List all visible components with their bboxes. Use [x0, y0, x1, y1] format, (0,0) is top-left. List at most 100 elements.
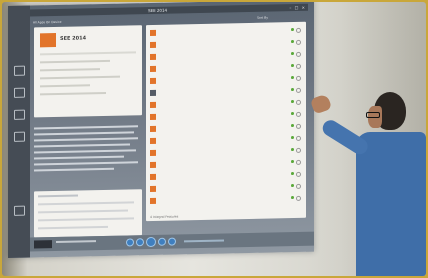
- nav-tabs[interactable]: All Apps On Device: [33, 19, 62, 26]
- item-icon: [150, 53, 156, 61]
- item-icon: [150, 197, 156, 205]
- detail-line: [40, 59, 110, 64]
- window-title: SEE 2014: [148, 7, 168, 14]
- thumbnail: [34, 240, 52, 249]
- shirt: [356, 132, 426, 276]
- settings-icon[interactable]: [14, 131, 25, 142]
- list-item[interactable]: [148, 122, 304, 134]
- next-icon[interactable]: [168, 237, 176, 246]
- status-ok-icon: [291, 52, 294, 56]
- info-icon[interactable]: [296, 51, 301, 57]
- detail-line: [40, 75, 120, 80]
- list-item[interactable]: [148, 170, 304, 182]
- item-icon: [150, 149, 156, 157]
- status-ok-icon: [291, 184, 294, 188]
- item-icon: [150, 77, 156, 85]
- comment: [38, 217, 134, 222]
- list-item[interactable]: [148, 146, 304, 158]
- list-item[interactable]: [148, 98, 304, 110]
- feature-list: 4 Integral Features: [146, 21, 306, 222]
- user-icon[interactable]: [14, 205, 25, 216]
- status-ok-icon: [291, 112, 294, 116]
- text-line: [34, 143, 130, 148]
- app-name: SEE 2014: [60, 35, 87, 42]
- sort-dropdown[interactable]: Sort By: [257, 15, 268, 21]
- text-line: [34, 131, 134, 136]
- info-icon[interactable]: [296, 111, 301, 117]
- status-ok-icon: [291, 28, 294, 32]
- item-icon: [150, 89, 156, 97]
- detail-line: [40, 84, 90, 88]
- back-icon[interactable]: [136, 238, 144, 247]
- info-icon[interactable]: [296, 39, 301, 45]
- projected-screen: SEE 2014 – □ × All Apps On Device Sort B…: [8, 2, 314, 259]
- list-item[interactable]: [148, 86, 304, 98]
- hand: [309, 93, 333, 115]
- info-icon[interactable]: [296, 75, 301, 81]
- list-item[interactable]: [148, 50, 304, 62]
- status-ok-icon: [291, 40, 294, 44]
- info-icon[interactable]: [296, 27, 301, 33]
- info-icon[interactable]: [296, 147, 301, 153]
- info-icon[interactable]: [296, 171, 301, 177]
- info-icon[interactable]: [296, 63, 301, 69]
- prev-icon[interactable]: [126, 238, 134, 247]
- app-description: [34, 121, 142, 185]
- list-item[interactable]: [148, 194, 304, 206]
- list-item[interactable]: [148, 26, 304, 38]
- info-icon[interactable]: [296, 87, 301, 93]
- list-item[interactable]: [148, 182, 304, 194]
- info-icon[interactable]: [296, 159, 301, 165]
- presenter: [302, 86, 426, 276]
- comment: [38, 201, 134, 206]
- app-logo-icon: [40, 32, 56, 48]
- text-line: [34, 125, 138, 130]
- media-title: [56, 240, 96, 243]
- text-line: [34, 161, 138, 166]
- home-icon[interactable]: [14, 65, 25, 76]
- item-icon: [150, 113, 156, 121]
- status-ok-icon: [291, 88, 294, 92]
- item-icon: [150, 137, 156, 145]
- info-icon[interactable]: [296, 135, 301, 141]
- divider: [40, 51, 136, 56]
- info-icon[interactable]: [296, 195, 301, 201]
- item-icon: [150, 65, 156, 73]
- apps-icon[interactable]: [14, 87, 25, 98]
- item-icon: [150, 185, 156, 193]
- left-rail: [8, 5, 30, 258]
- detail-line: [40, 68, 100, 72]
- list-item[interactable]: [148, 134, 304, 146]
- item-icon: [150, 29, 156, 37]
- item-icon: [150, 173, 156, 181]
- list-item[interactable]: [148, 38, 304, 50]
- status-ok-icon: [291, 76, 294, 80]
- app-detail-card: SEE 2014: [34, 25, 142, 118]
- comments-header: [38, 194, 78, 198]
- status-ok-icon: [291, 64, 294, 68]
- text-line: [34, 149, 136, 154]
- list-item[interactable]: [148, 74, 304, 86]
- photo-frame: SEE 2014 – □ × All Apps On Device Sort B…: [2, 2, 426, 276]
- comment: [38, 209, 128, 214]
- item-icon: [150, 101, 156, 109]
- info-icon[interactable]: [296, 99, 301, 105]
- item-icon: [150, 41, 156, 49]
- list-item[interactable]: [148, 62, 304, 74]
- status-ok-icon: [291, 136, 294, 140]
- list-item[interactable]: [148, 110, 304, 122]
- store-icon[interactable]: [14, 109, 25, 120]
- text-line: [34, 155, 124, 160]
- status-ok-icon: [291, 148, 294, 152]
- info-icon[interactable]: [296, 183, 301, 189]
- window-controls[interactable]: – □ ×: [289, 4, 306, 11]
- forward-icon[interactable]: [158, 237, 166, 246]
- volume-slider[interactable]: [184, 239, 224, 243]
- item-icon: [150, 161, 156, 169]
- status-ok-icon: [291, 100, 294, 104]
- list-item[interactable]: [148, 158, 304, 170]
- info-icon[interactable]: [296, 123, 301, 129]
- status-ok-icon: [291, 124, 294, 128]
- play-icon[interactable]: [146, 236, 156, 248]
- status-ok-icon: [291, 160, 294, 164]
